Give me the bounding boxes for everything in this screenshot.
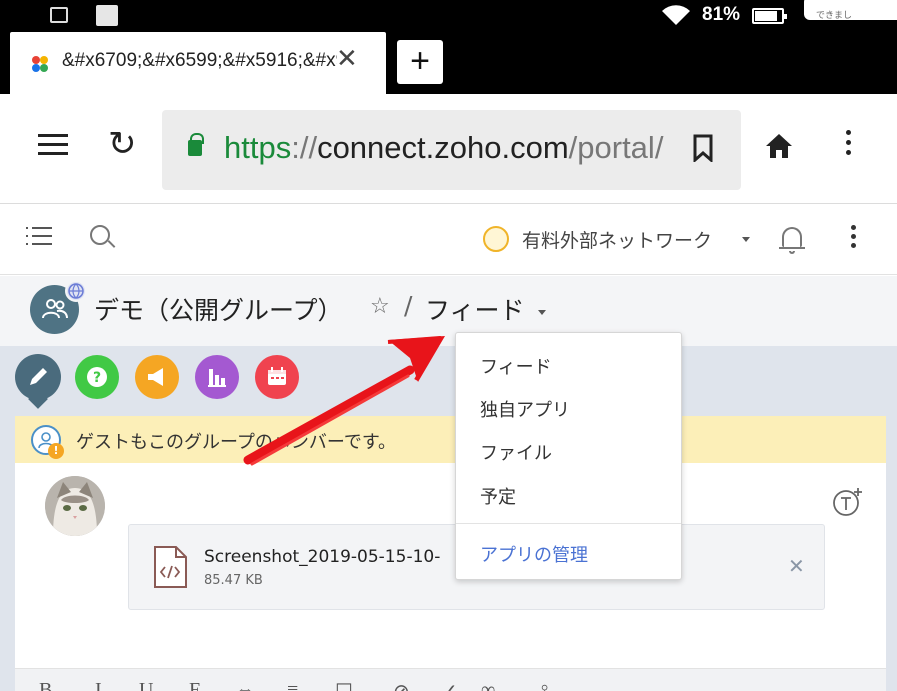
editor-toolbar: B I U F ⇔ ≡ ☐ ⊘ ✓ ∞ ♀ <box>15 668 886 691</box>
app-header: 有料外部ネットワーク <box>0 205 897 275</box>
bar-chart-icon <box>208 369 226 387</box>
browser-more-icon[interactable] <box>838 130 858 162</box>
chevron-down-icon[interactable] <box>538 310 546 315</box>
italic-button[interactable]: I <box>95 679 102 691</box>
calendar-icon <box>268 367 286 385</box>
toast-notification: できまし <box>804 0 897 21</box>
status-bar: 81% できまし <box>0 0 897 32</box>
network-globe-icon <box>483 226 509 252</box>
search-icon[interactable] <box>90 225 118 253</box>
group-header: デモ（公開グループ） ☆ / フィード <box>0 276 897 346</box>
pencil-icon <box>30 368 47 385</box>
feed-dropdown-menu: フィード 独自アプリ ファイル 予定 アプリの管理 <box>455 332 682 580</box>
list-menu-icon[interactable] <box>26 227 52 249</box>
warning-icon: ! <box>48 443 64 459</box>
group-avatar[interactable] <box>30 280 87 334</box>
list-button[interactable]: ≡ <box>287 679 298 691</box>
chevron-down-icon <box>742 237 750 242</box>
font-button[interactable]: F <box>189 679 200 691</box>
battery-icon <box>752 8 787 24</box>
poll-button[interactable] <box>195 355 239 399</box>
lock-icon <box>188 133 204 156</box>
menu-item-files[interactable]: ファイル <box>480 439 552 465</box>
indent-button[interactable]: ⇔ <box>235 679 255 691</box>
tab-strip: &#x6709;&#x6599;&#x5916;&#x90e8; ✕ <box>0 32 897 94</box>
favorite-star-icon[interactable]: ☆ <box>370 294 390 319</box>
add-tag-icon[interactable] <box>832 486 864 518</box>
mention-button[interactable]: ♀ <box>537 679 552 691</box>
cat-avatar-image <box>45 476 105 536</box>
people-icon <box>42 299 68 319</box>
guest-notice-banner: ! ゲストもこのグループのメンバーです。 <box>15 416 886 463</box>
reload-icon[interactable]: ↻ <box>108 124 137 164</box>
menu-item-custom-apps[interactable]: 独自アプリ <box>480 396 570 422</box>
browser-tab[interactable]: &#x6709;&#x6599;&#x5916;&#x90e8; ✕ <box>10 32 386 94</box>
block-button[interactable]: ⊘ <box>393 679 410 691</box>
menu-item-feed[interactable]: フィード <box>480 353 552 379</box>
public-globe-icon <box>65 280 87 302</box>
remove-attachment-icon[interactable]: ✕ <box>788 554 805 578</box>
app-more-icon[interactable] <box>851 225 861 255</box>
user-avatar <box>45 476 105 536</box>
megaphone-icon <box>148 368 163 386</box>
guest-user-icon: ! <box>31 425 64 459</box>
wifi-icon <box>660 3 692 33</box>
hamburger-menu-icon[interactable] <box>38 134 68 160</box>
check-button[interactable]: ✓ <box>441 679 458 691</box>
bookmark-icon[interactable] <box>692 134 714 164</box>
network-name: 有料外部ネットワーク <box>522 230 713 252</box>
menu-item-manage-apps[interactable]: アプリの管理 <box>480 541 588 567</box>
compose-post-button[interactable] <box>15 354 61 400</box>
notification-bell-icon[interactable] <box>779 225 807 257</box>
question-icon: ? <box>87 367 107 387</box>
question-button[interactable]: ? <box>75 355 119 399</box>
group-name[interactable]: デモ（公開グループ） <box>94 291 343 327</box>
tab-title: &#x6709;&#x6599;&#x5916;&#x90e8; <box>62 50 337 71</box>
bold-button[interactable]: B <box>39 679 52 691</box>
app-notification-icon <box>96 5 118 26</box>
gallery-notification-icon <box>50 7 68 23</box>
battery-percentage: 81% <box>702 4 741 25</box>
attachment-file-name: Screenshot_2019-05-15-10- <box>204 547 441 567</box>
code-file-icon <box>152 545 188 589</box>
zoho-favicon-icon <box>30 54 50 74</box>
menu-item-events[interactable]: 予定 <box>480 483 516 509</box>
attachment-file-size: 85.47 KB <box>204 573 263 588</box>
browser-toolbar: ↻ https://connect.zoho.com/portal/ <box>0 94 897 204</box>
underline-button[interactable]: U <box>139 679 153 691</box>
banner-text: ゲストもこのグループのメンバーです。 <box>76 432 397 453</box>
event-button[interactable] <box>255 355 299 399</box>
address-bar[interactable]: https://connect.zoho.com/portal/ <box>162 110 741 190</box>
url-text[interactable]: https://connect.zoho.com/portal/ <box>224 130 674 166</box>
home-icon[interactable] <box>764 132 794 168</box>
feed-tab-dropdown[interactable]: フィード <box>425 291 525 327</box>
link-button[interactable]: ∞ <box>481 679 495 691</box>
image-button[interactable]: ☐ <box>335 679 353 691</box>
breadcrumb-separator: / <box>404 291 413 320</box>
close-tab-icon[interactable]: ✕ <box>336 46 358 72</box>
svg-text:?: ? <box>93 370 101 386</box>
announcement-button[interactable] <box>135 355 179 399</box>
new-tab-button[interactable]: + <box>397 40 443 84</box>
menu-divider <box>456 523 681 524</box>
